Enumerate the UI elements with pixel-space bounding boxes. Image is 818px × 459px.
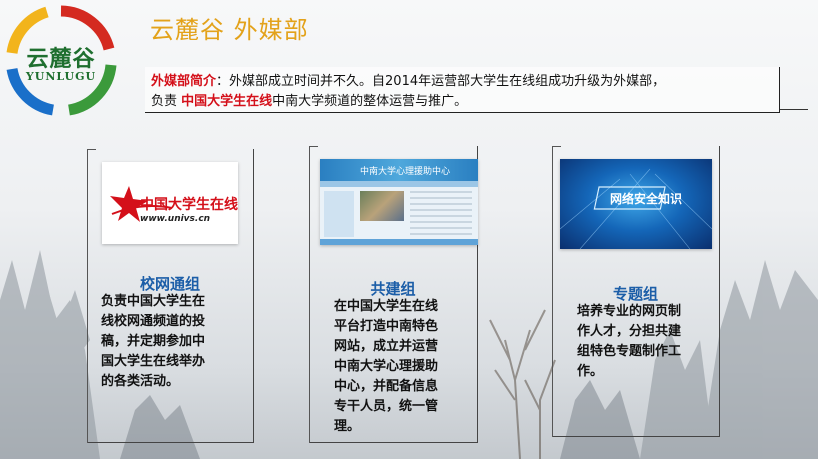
card-title: 校网通组: [139, 275, 200, 293]
card-title: 专题组: [612, 285, 658, 303]
card-body: 在中国大学生在线 平台打造中南特色 网站，成立并运营 中南大学心理援助 中心，并…: [334, 297, 438, 437]
card-bracket: [87, 149, 96, 443]
intro-label: 外媒部简介: [151, 74, 217, 89]
univs-brand-text: 中国大学生在线: [140, 197, 238, 213]
logo-subtext: YUNLUGU: [25, 70, 97, 83]
intro-colon: ：: [216, 74, 230, 89]
banner-text: 网络安全知识: [610, 192, 683, 206]
network-security-banner: 网络安全知识: [560, 159, 712, 249]
card-line: 在中国大学生在线: [334, 299, 439, 314]
intro-line1-text: 外媒部成立时间并不久。自2014年运营部大学生在线组成功升级为外媒部，: [229, 74, 666, 89]
intro-highlight: 中国大学生在线: [181, 94, 273, 109]
screenshot-nav: [320, 181, 478, 187]
card-line: 组特色专题制作工: [577, 344, 682, 359]
screenshot-footer: [320, 239, 478, 245]
intro-line2-text: 中南大学频道的整体运营与推广。: [272, 94, 468, 109]
card-line: 稿，并定期参加中: [101, 334, 206, 349]
card-line: 平台打造中南特色: [334, 319, 439, 334]
card-school-network: 中国大学生在线 www.univs.cn 校网通组 负责中国大学生在 线校网通频…: [87, 149, 254, 443]
card-line: 中心，并配备信息: [334, 379, 439, 394]
intro-line-2: 负责 中国大学生在线中南大学频道的整体运营与推广。: [151, 90, 467, 109]
screenshot-sidebar: [324, 191, 354, 237]
card-body: 培养专业的网页制 作人才，分担共建 组特色专题制作工 作。: [577, 302, 681, 382]
intro-box: 外媒部简介：外媒部成立时间并不久。自2014年运营部大学生在线组成功升级为外媒部…: [145, 67, 780, 113]
yunlugu-logo: 云麓谷 YUNLUGU: [3, 3, 119, 119]
card-line: 专干人员，统一管: [334, 399, 439, 414]
card-line: 网站，成立并运营: [334, 339, 439, 354]
card-title: 共建组: [370, 280, 416, 298]
card-line: 培养专业的网页制: [577, 304, 682, 319]
card-body: 负责中国大学生在 线校网通频道的投 稿，并定期参加中 国大学生在线举办 的各类活…: [101, 292, 205, 392]
card-line: 作。: [577, 364, 604, 379]
card-line: 理。: [334, 419, 361, 434]
card-line: 作人才，分担共建: [577, 324, 682, 339]
screenshot-header-text: 中南大学心理援助中心: [360, 167, 451, 177]
univs-url-text: www.univs.cn: [140, 214, 211, 224]
psych-center-screenshot: 中南大学心理援助中心: [320, 159, 478, 245]
screenshot-text-block: [410, 191, 472, 237]
intro-line2-prefix: 负责: [151, 94, 182, 109]
card-line: 中南大学心理援助: [334, 359, 439, 374]
card-special-topic: 网络安全知识 专题组 培养专业的网页制 作人才，分担共建 组特色专题制作工 作。: [552, 146, 720, 437]
card-line: 国大学生在线举办: [101, 354, 206, 369]
univs-logo-image: 中国大学生在线 www.univs.cn: [102, 162, 238, 244]
card-line: 负责中国大学生在: [101, 294, 206, 309]
logo-text: 云麓谷: [26, 46, 96, 72]
screenshot-photo: [360, 191, 404, 221]
card-co-build: 中南大学心理援助中心 共建组 在中国大学生在线 平台打造中南特色 网站，成立并运…: [309, 146, 478, 443]
page-title: 云麓谷 外媒部: [150, 16, 309, 44]
card-line: 线校网通频道的投: [101, 314, 206, 329]
intro-rule: [780, 109, 808, 110]
card-line: 的各类活动。: [101, 374, 180, 389]
intro-line-1: 外媒部简介：外媒部成立时间并不久。自2014年运营部大学生在线组成功升级为外媒部…: [151, 70, 665, 89]
